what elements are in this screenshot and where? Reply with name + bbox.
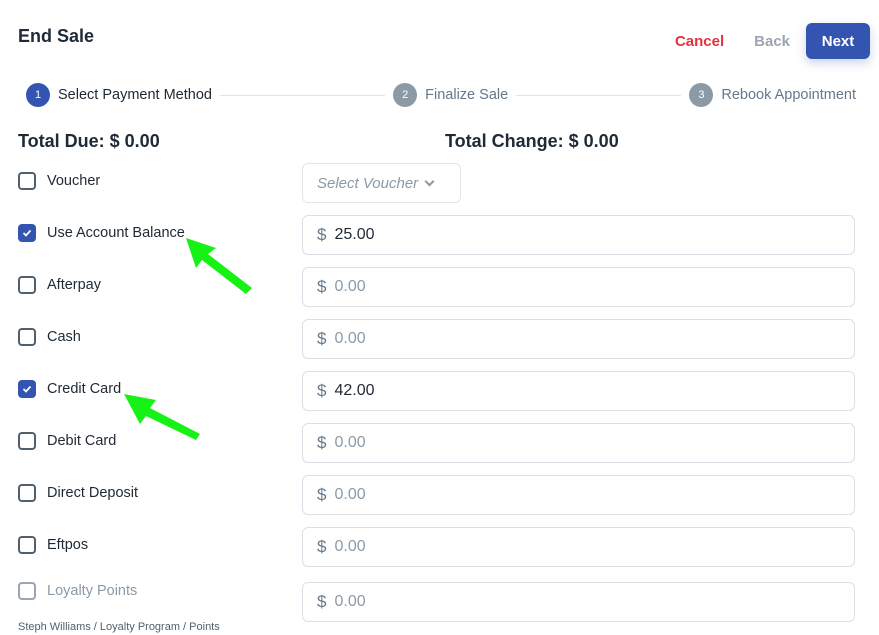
cancel-button[interactable]: Cancel — [675, 33, 724, 50]
payment-method-row: Afterpay — [18, 276, 101, 294]
total-change: Total Change: $ 0.00 — [445, 131, 619, 151]
payment-method-label: Afterpay — [47, 277, 101, 293]
payment-method-label: Credit Card — [47, 381, 122, 397]
payment-method-checkbox[interactable] — [18, 484, 36, 502]
currency-symbol: $ — [317, 277, 327, 296]
payment-method-checkbox[interactable] — [18, 536, 36, 554]
step-select-payment: 1 Select Payment Method — [26, 83, 212, 107]
payment-method-row: Debit Card — [18, 432, 116, 450]
select-voucher-dropdown[interactable]: Select Voucher — [302, 163, 461, 203]
payment-method-row: Credit Card — [18, 380, 121, 398]
step-connector — [516, 94, 682, 96]
currency-symbol: $ — [317, 485, 327, 504]
check-icon — [22, 385, 32, 393]
payment-amount-input[interactable]: $0.00 — [302, 475, 855, 515]
currency-symbol: $ — [317, 381, 327, 400]
payment-method-row: Cash — [18, 328, 81, 346]
step-rebook: 3 Rebook Appointment — [689, 83, 856, 107]
payment-amount-value: 0.00 — [334, 593, 366, 610]
payment-amount-input[interactable]: $0.00 — [302, 527, 855, 567]
select-voucher-placeholder: Select Voucher — [317, 174, 419, 192]
step-connector — [219, 94, 386, 96]
payment-amount-value: 0.00 — [334, 538, 366, 555]
annotation-arrow-icon — [186, 238, 252, 294]
payment-amount-input[interactable]: $0.00 — [302, 423, 855, 463]
payment-method-row: Eftpos — [18, 536, 88, 554]
stepper: 1 Select Payment Method 2 Finalize Sale … — [26, 83, 856, 107]
chevron-down-icon — [424, 176, 435, 186]
currency-symbol: $ — [317, 537, 327, 556]
payment-method-label: Cash — [47, 329, 81, 345]
loyalty-breadcrumb: Steph Williams / Loyalty Program / Point… — [18, 621, 220, 633]
payment-method-label: Eftpos — [47, 537, 89, 553]
step-number: 3 — [689, 83, 714, 107]
step-finalize-sale: 2 Finalize Sale — [393, 83, 508, 107]
payment-method-checkbox[interactable] — [18, 276, 36, 294]
step-number: 2 — [393, 83, 418, 107]
payment-amount-value: 0.00 — [334, 434, 366, 451]
header-actions: Cancel Back Next — [675, 23, 870, 59]
payment-amount-input[interactable]: $42.00 — [302, 371, 855, 411]
step-label: Finalize Sale — [425, 87, 509, 103]
payment-amount-value: 42.00 — [334, 382, 375, 399]
payment-method-row: Use Account Balance — [18, 224, 185, 242]
voucher-row: Voucher — [18, 172, 100, 190]
payment-method-checkbox[interactable] — [18, 380, 36, 398]
next-button[interactable]: Next — [806, 23, 870, 59]
voucher-label: Voucher — [47, 173, 101, 189]
payment-amount-input[interactable]: $0.00 — [302, 582, 855, 622]
currency-symbol: $ — [317, 592, 327, 611]
payment-amount-value: 0.00 — [334, 330, 366, 347]
payment-method-label: Direct Deposit — [47, 485, 139, 501]
payment-method-row: Loyalty Points — [18, 582, 137, 600]
step-label: Rebook Appointment — [721, 87, 856, 103]
step-label: Select Payment Method — [58, 87, 212, 103]
payment-amount-value: 0.00 — [334, 278, 366, 295]
payment-amount-value: 0.00 — [334, 486, 366, 503]
payment-amount-input[interactable]: $0.00 — [302, 319, 855, 359]
payment-amount-value: 25.00 — [334, 226, 375, 243]
payment-method-checkbox[interactable] — [18, 582, 36, 600]
payment-amount-input[interactable]: $0.00 — [302, 267, 855, 307]
check-icon — [22, 229, 32, 237]
payment-method-checkbox[interactable] — [18, 432, 36, 450]
page-title: End Sale — [18, 26, 95, 46]
payment-method-label: Use Account Balance — [47, 225, 185, 241]
payment-method-checkbox[interactable] — [18, 224, 36, 242]
payment-method-row: Direct Deposit — [18, 484, 138, 502]
voucher-checkbox[interactable] — [18, 172, 36, 190]
back-button[interactable]: Back — [754, 33, 790, 50]
payment-method-checkbox[interactable] — [18, 328, 36, 346]
payment-method-label: Loyalty Points — [47, 583, 138, 599]
currency-symbol: $ — [317, 225, 327, 244]
currency-symbol: $ — [317, 433, 327, 452]
payment-amount-input[interactable]: $25.00 — [302, 215, 855, 255]
currency-symbol: $ — [317, 329, 327, 348]
annotation-arrow-icon — [124, 394, 200, 440]
step-number: 1 — [26, 83, 50, 107]
payment-method-label: Debit Card — [47, 433, 117, 449]
total-due: Total Due: $ 0.00 — [18, 131, 160, 151]
